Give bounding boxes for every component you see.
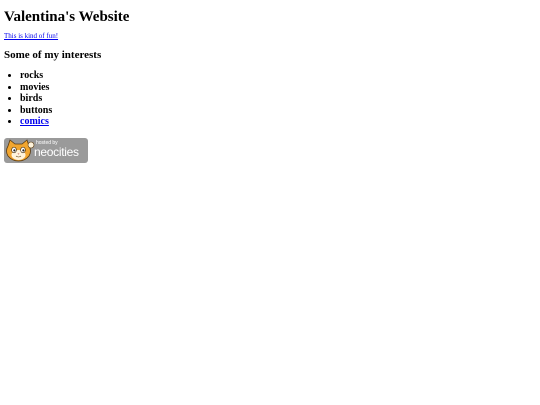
- list-item-movies: movies: [20, 82, 52, 94]
- comics-link[interactable]: comics: [20, 116, 49, 127]
- neocities-badge[interactable]: hosted by neocities: [4, 138, 88, 163]
- list-item-comics: comics: [20, 116, 52, 128]
- page-title: Valentina's Website: [4, 9, 130, 25]
- badge-logo-text: neocities: [34, 145, 79, 159]
- interests-list: rocks movies birds buttons comics: [4, 70, 52, 128]
- list-item-buttons: buttons: [20, 105, 52, 117]
- interest-label: movies: [20, 81, 50, 93]
- interest-label: rocks: [20, 70, 44, 81]
- list-item-birds: birds: [20, 93, 52, 105]
- interests-heading: Some of my interests: [4, 49, 102, 61]
- list-item-rocks: rocks: [20, 70, 52, 82]
- interest-label: birds: [20, 93, 43, 104]
- fun-link[interactable]: This is kind of fun!: [4, 32, 58, 41]
- interest-label: buttons: [20, 104, 53, 116]
- neocities-cat-icon: [6, 139, 35, 162]
